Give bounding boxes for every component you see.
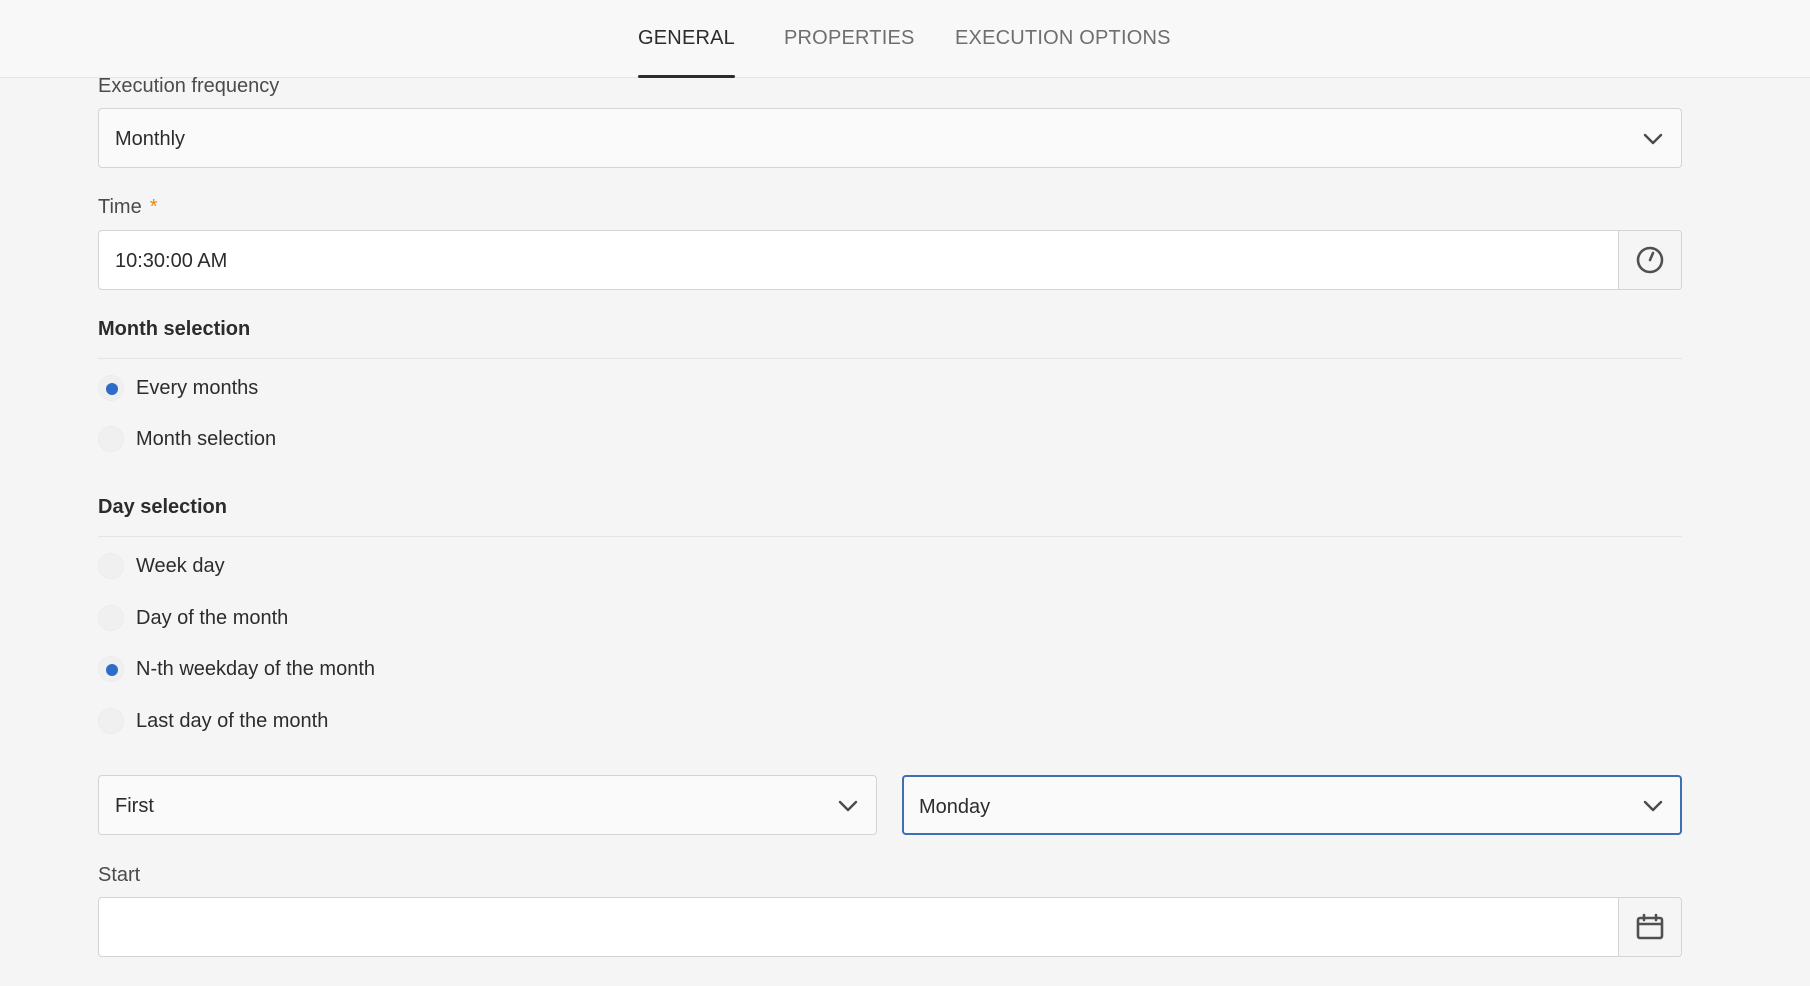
date-picker-button[interactable] [1618,898,1681,956]
execution-frequency-select[interactable]: Monthly [98,108,1682,168]
radio-month-selection[interactable]: Month selection [98,424,276,454]
radio-button[interactable] [98,553,124,579]
time-label: Time * [98,196,158,219]
divider [98,358,1682,359]
radio-label: N-th weekday of the month [136,657,376,680]
time-input[interactable]: 10:30:00 AM [98,230,1682,290]
chevron-down-icon [1643,133,1663,145]
radio-button[interactable] [98,605,124,631]
tab-properties[interactable]: PROPERTIES [784,22,915,78]
tab-general[interactable]: GENERAL [638,22,735,78]
start-date-input[interactable] [98,897,1682,957]
required-marker: * [149,196,158,218]
radio-label: Day of the month [136,606,289,629]
day-selection-title: Day selection [98,496,227,518]
tab-bar: GENERAL PROPERTIES EXECUTION OPTIONS [0,0,1810,78]
radio-day-of-the-month[interactable]: Day of the month [98,603,288,633]
weekday-select[interactable]: Monday [902,775,1682,835]
radio-button[interactable] [98,656,124,682]
radio-nth-weekday-of-the-month[interactable]: N-th weekday of the month [98,654,375,684]
tab-execution-options[interactable]: EXECUTION OPTIONS [955,22,1171,78]
start-label: Start [98,864,141,886]
month-selection-title: Month selection [98,318,251,340]
calendar-icon [1636,913,1664,940]
radio-every-months[interactable]: Every months [98,373,258,403]
chevron-down-icon [838,800,858,812]
radio-label: Every months [136,376,259,399]
time-value: 10:30:00 AM [115,250,228,272]
radio-label: Week day [136,554,225,577]
radio-button[interactable] [98,708,124,734]
nth-select-value: First [115,795,154,817]
nth-select[interactable]: First [98,775,877,835]
radio-label: Month selection [136,427,277,450]
radio-button[interactable] [98,426,124,452]
radio-week-day[interactable]: Week day [98,551,225,581]
chevron-down-icon [1643,800,1663,812]
weekday-select-value: Monday [919,796,991,818]
radio-label: Last day of the month [136,709,329,732]
execution-frequency-value: Monthly [115,128,186,150]
divider [98,536,1682,537]
radio-last-day-of-the-month[interactable]: Last day of the month [98,706,328,736]
radio-button[interactable] [98,375,124,401]
time-picker-button[interactable] [1618,231,1681,289]
time-label-text: Time [98,196,142,218]
clock-icon [1636,246,1664,274]
execution-frequency-label: Execution frequency [98,75,280,97]
